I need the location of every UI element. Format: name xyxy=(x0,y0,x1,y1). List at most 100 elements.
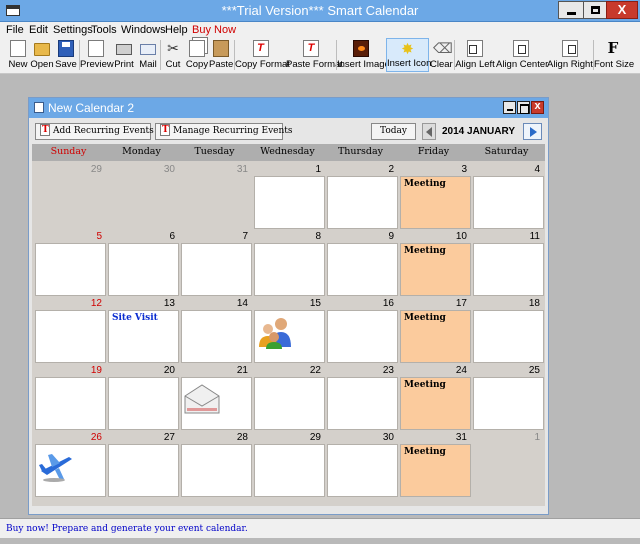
day-cell[interactable]: 29 xyxy=(32,163,105,230)
day-cell[interactable]: 2 xyxy=(324,163,398,230)
calendar-maximize-button[interactable] xyxy=(517,101,530,114)
day-cell[interactable]: 3 Meeting xyxy=(397,163,471,230)
day-content-box[interactable] xyxy=(181,310,252,363)
day-content-box[interactable]: Meeting xyxy=(400,310,471,363)
day-cell[interactable]: 6 xyxy=(105,230,179,297)
event-label[interactable]: Site Visit xyxy=(112,313,158,323)
paste-button[interactable]: Paste xyxy=(209,38,233,72)
save-button[interactable]: Save xyxy=(54,38,78,72)
font-size-button[interactable]: F Font Size xyxy=(594,38,634,72)
insert-icon-button[interactable]: ✸ Insert Icon xyxy=(386,38,431,72)
menu-edit[interactable]: Edit xyxy=(29,24,48,36)
calendar-minimize-button[interactable] xyxy=(503,101,516,114)
day-content-box[interactable]: Meeting xyxy=(400,444,471,497)
day-content-box[interactable] xyxy=(35,377,106,430)
day-content-box[interactable] xyxy=(327,377,398,430)
day-cell[interactable]: 12 xyxy=(32,297,106,364)
day-cell[interactable]: 10 Meeting xyxy=(397,230,471,297)
paste-format-button[interactable]: T Paste Format xyxy=(286,38,343,72)
day-content-box[interactable] xyxy=(35,444,106,497)
day-content-box[interactable] xyxy=(327,243,398,296)
copy-button[interactable]: Copy xyxy=(185,38,209,72)
menu-settings[interactable]: Settings xyxy=(53,24,93,36)
day-cell[interactable]: 31 xyxy=(178,163,251,230)
insert-image-button[interactable]: Insert Image xyxy=(337,38,390,72)
next-month-button[interactable] xyxy=(523,123,542,140)
menu-buy-now[interactable]: Buy Now xyxy=(192,24,236,36)
day-content-box[interactable] xyxy=(473,176,544,229)
day-cell[interactable]: 9 xyxy=(324,230,398,297)
day-cell[interactable]: 11 xyxy=(470,230,544,297)
open-button[interactable]: Open xyxy=(30,38,54,72)
day-cell[interactable]: 4 xyxy=(470,163,544,230)
cut-button[interactable]: ✂ Cut xyxy=(161,38,185,72)
day-content-box[interactable] xyxy=(181,377,252,430)
day-content-box[interactable] xyxy=(108,444,179,497)
maximize-button[interactable] xyxy=(583,1,607,19)
preview-button[interactable]: Preview xyxy=(80,38,114,72)
day-cell[interactable]: 17 Meeting xyxy=(397,297,471,364)
minimize-button[interactable] xyxy=(558,1,584,19)
day-cell[interactable]: 25 xyxy=(470,364,544,431)
align-left-button[interactable]: Align Left xyxy=(455,38,495,72)
day-cell[interactable]: 16 xyxy=(324,297,398,364)
day-cell[interactable]: 8 xyxy=(251,230,325,297)
event-label[interactable]: Meeting xyxy=(404,447,446,457)
day-content-box[interactable] xyxy=(473,377,544,430)
day-cell[interactable]: 30 xyxy=(105,163,178,230)
day-content-box[interactable] xyxy=(181,444,252,497)
day-content-box[interactable] xyxy=(254,444,325,497)
day-content-box[interactable] xyxy=(327,310,398,363)
day-cell[interactable]: 14 xyxy=(178,297,252,364)
menu-windows[interactable]: Windows xyxy=(121,24,166,36)
mail-button[interactable]: Mail xyxy=(136,38,160,72)
day-content-box[interactable] xyxy=(327,444,398,497)
copy-format-button[interactable]: T Copy Format xyxy=(235,38,290,72)
day-content-box[interactable] xyxy=(181,243,252,296)
manage-recurring-events-button[interactable]: Manage Recurring Events xyxy=(155,123,293,140)
day-content-box[interactable] xyxy=(473,243,544,296)
menu-help[interactable]: Help xyxy=(165,24,188,36)
day-cell[interactable]: 7 xyxy=(178,230,252,297)
day-cell[interactable]: 18 xyxy=(470,297,544,364)
day-cell[interactable]: 15 xyxy=(251,297,325,364)
day-content-box[interactable] xyxy=(327,176,398,229)
day-content-box[interactable] xyxy=(254,377,325,430)
day-cell[interactable]: 1 xyxy=(251,163,325,230)
day-content-box[interactable]: Meeting xyxy=(400,243,471,296)
day-content-box[interactable]: Meeting xyxy=(400,377,471,430)
event-label[interactable]: Meeting xyxy=(404,380,446,390)
new-button[interactable]: New xyxy=(6,38,30,72)
day-content-box[interactable] xyxy=(35,243,106,296)
add-recurring-events-button[interactable]: Add Recurring Events xyxy=(35,123,154,140)
day-cell[interactable]: 27 xyxy=(105,431,179,498)
day-cell[interactable]: 26 xyxy=(32,431,106,498)
today-button[interactable]: Today xyxy=(371,123,416,140)
day-cell[interactable]: 22 xyxy=(251,364,325,431)
event-label[interactable]: Meeting xyxy=(404,313,446,323)
day-cell[interactable]: 30 xyxy=(324,431,398,498)
day-content-box[interactable] xyxy=(108,243,179,296)
print-button[interactable]: Print xyxy=(112,38,136,72)
day-content-box[interactable] xyxy=(254,176,325,229)
event-label[interactable]: Meeting xyxy=(404,246,446,256)
day-cell[interactable]: 31 Meeting xyxy=(397,431,471,498)
menu-tools[interactable]: Tools xyxy=(91,24,117,36)
day-cell[interactable]: 1 xyxy=(470,431,543,498)
day-cell[interactable]: 20 xyxy=(105,364,179,431)
day-cell[interactable]: 13 Site Visit xyxy=(105,297,179,364)
close-button[interactable]: X xyxy=(606,1,638,19)
clear-button[interactable]: ⌫ Clear xyxy=(430,38,453,72)
day-cell[interactable]: 19 xyxy=(32,364,106,431)
day-content-box[interactable] xyxy=(108,377,179,430)
align-right-button[interactable]: Align Right xyxy=(547,38,593,72)
day-cell[interactable]: 29 xyxy=(251,431,325,498)
calendar-close-button[interactable]: x xyxy=(531,100,544,114)
day-content-box[interactable] xyxy=(254,243,325,296)
day-cell[interactable]: 24 Meeting xyxy=(397,364,471,431)
day-cell[interactable]: 21 xyxy=(178,364,252,431)
day-cell[interactable]: 5 xyxy=(32,230,106,297)
day-content-box[interactable] xyxy=(473,310,544,363)
day-content-box[interactable]: Site Visit xyxy=(108,310,179,363)
day-content-box[interactable] xyxy=(254,310,325,363)
